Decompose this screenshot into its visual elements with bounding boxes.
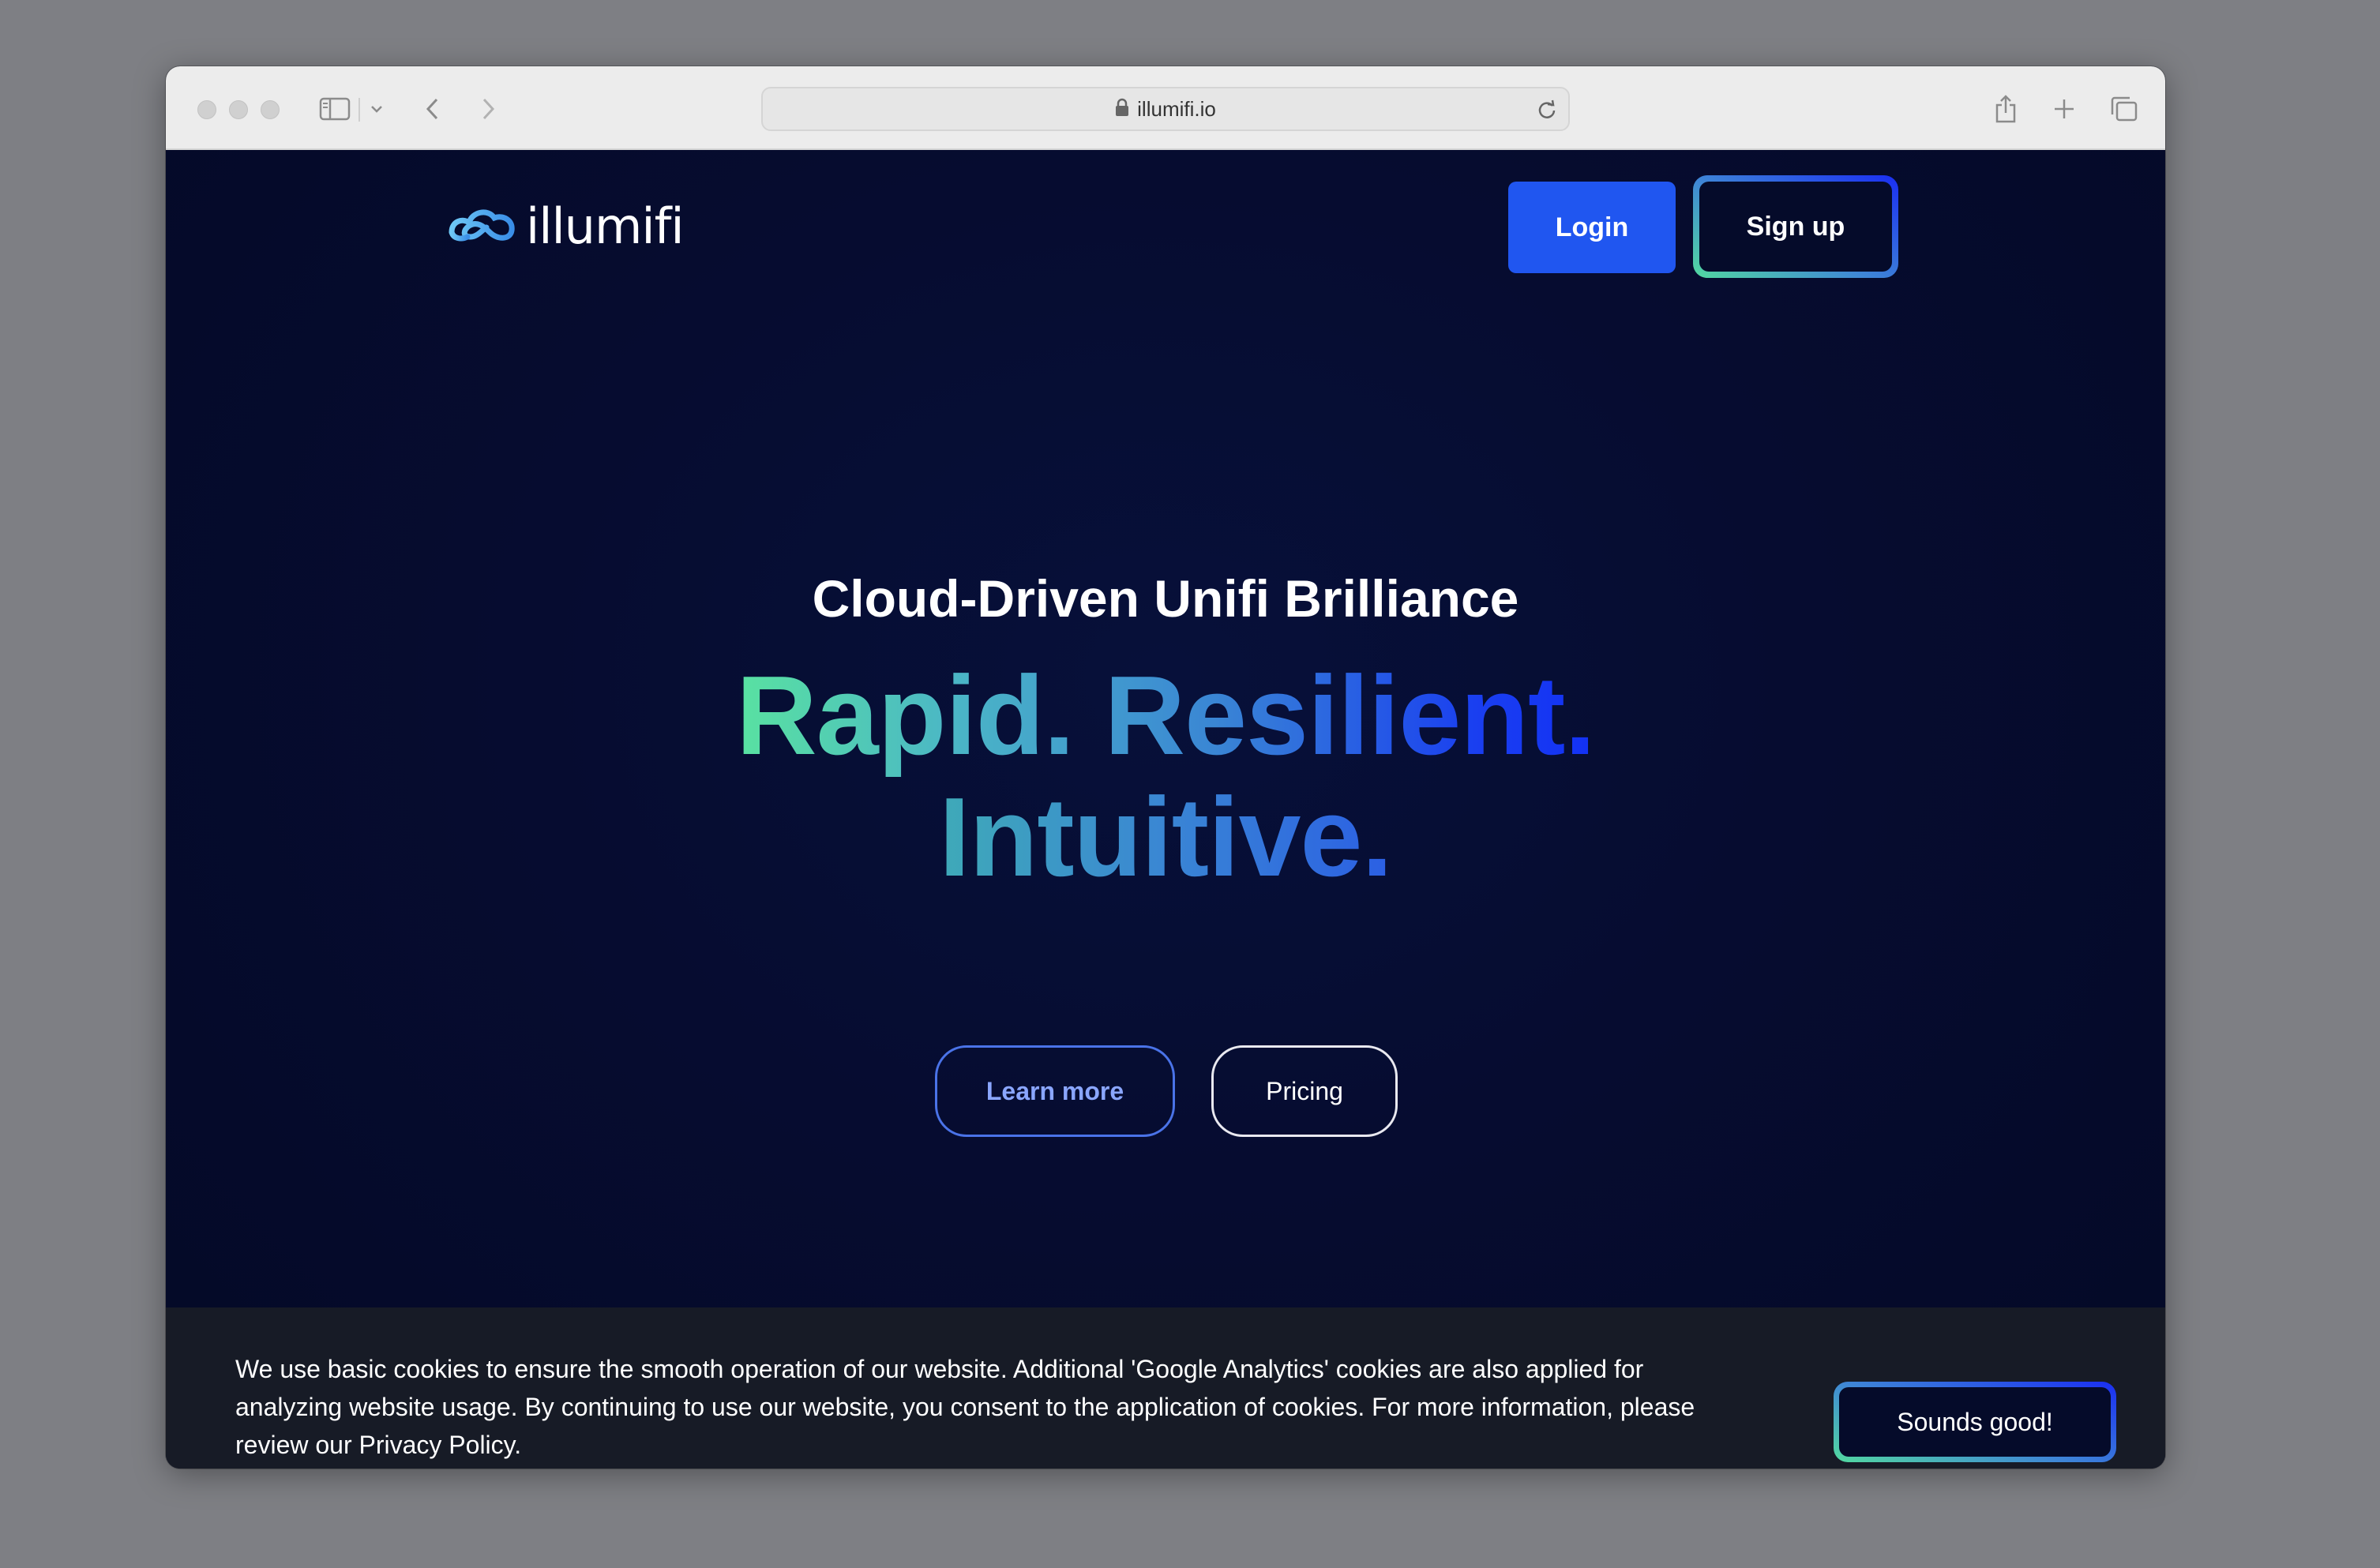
accept-cookies-button[interactable]: Sounds good! bbox=[1834, 1382, 2116, 1462]
accept-cookies-label: Sounds good! bbox=[1839, 1387, 2111, 1457]
illumifi-logo[interactable]: illumifi bbox=[445, 197, 685, 255]
chevron-right-icon[interactable] bbox=[472, 90, 504, 128]
browser-window: illumifi.io illumifi Login Sign up Cloud… bbox=[166, 66, 2165, 1469]
reload-icon[interactable] bbox=[1533, 96, 1560, 123]
share-icon[interactable] bbox=[1990, 90, 2021, 128]
web-page: illumifi Login Sign up Cloud-Driven Unif… bbox=[166, 150, 2165, 1469]
cookie-message: We use basic cookies to ensure the smoot… bbox=[235, 1355, 1695, 1459]
cloud-infinity-icon bbox=[445, 202, 518, 250]
minimize-window-button[interactable] bbox=[229, 100, 248, 119]
hero-headline-line2: Intuitive. bbox=[939, 775, 1393, 900]
plus-icon[interactable] bbox=[2048, 90, 2080, 128]
address-bar[interactable]: illumifi.io bbox=[761, 87, 1570, 131]
lock-icon bbox=[1115, 98, 1129, 121]
tab-overview-icon[interactable] bbox=[2107, 90, 2142, 128]
close-window-button[interactable] bbox=[197, 100, 216, 119]
cookie-banner: We use basic cookies to ensure the smoot… bbox=[166, 1307, 2165, 1469]
learn-more-button[interactable]: Learn more bbox=[935, 1045, 1175, 1137]
signup-button[interactable]: Sign up bbox=[1693, 175, 1898, 278]
chevron-down-icon[interactable] bbox=[365, 90, 389, 128]
url-text: illumifi.io bbox=[1137, 96, 1216, 121]
signup-button-label: Sign up bbox=[1699, 182, 1892, 272]
zoom-window-button[interactable] bbox=[261, 100, 280, 119]
browser-toolbar: illumifi.io bbox=[166, 66, 2165, 150]
chevron-left-icon[interactable] bbox=[417, 90, 449, 128]
toolbar-divider bbox=[359, 98, 360, 122]
logo-wordmark: illumifi bbox=[526, 197, 685, 255]
hero-headline: Rapid. Resilient. Intuitive. bbox=[166, 655, 2165, 898]
hero-headline-line1: Rapid. Resilient. bbox=[736, 653, 1596, 778]
sidebar-icon[interactable] bbox=[316, 90, 354, 128]
hero-subheading: Cloud-Driven Unifi Brilliance bbox=[812, 569, 1519, 628]
login-button[interactable]: Login bbox=[1508, 182, 1676, 273]
pricing-button[interactable]: Pricing bbox=[1211, 1045, 1398, 1137]
